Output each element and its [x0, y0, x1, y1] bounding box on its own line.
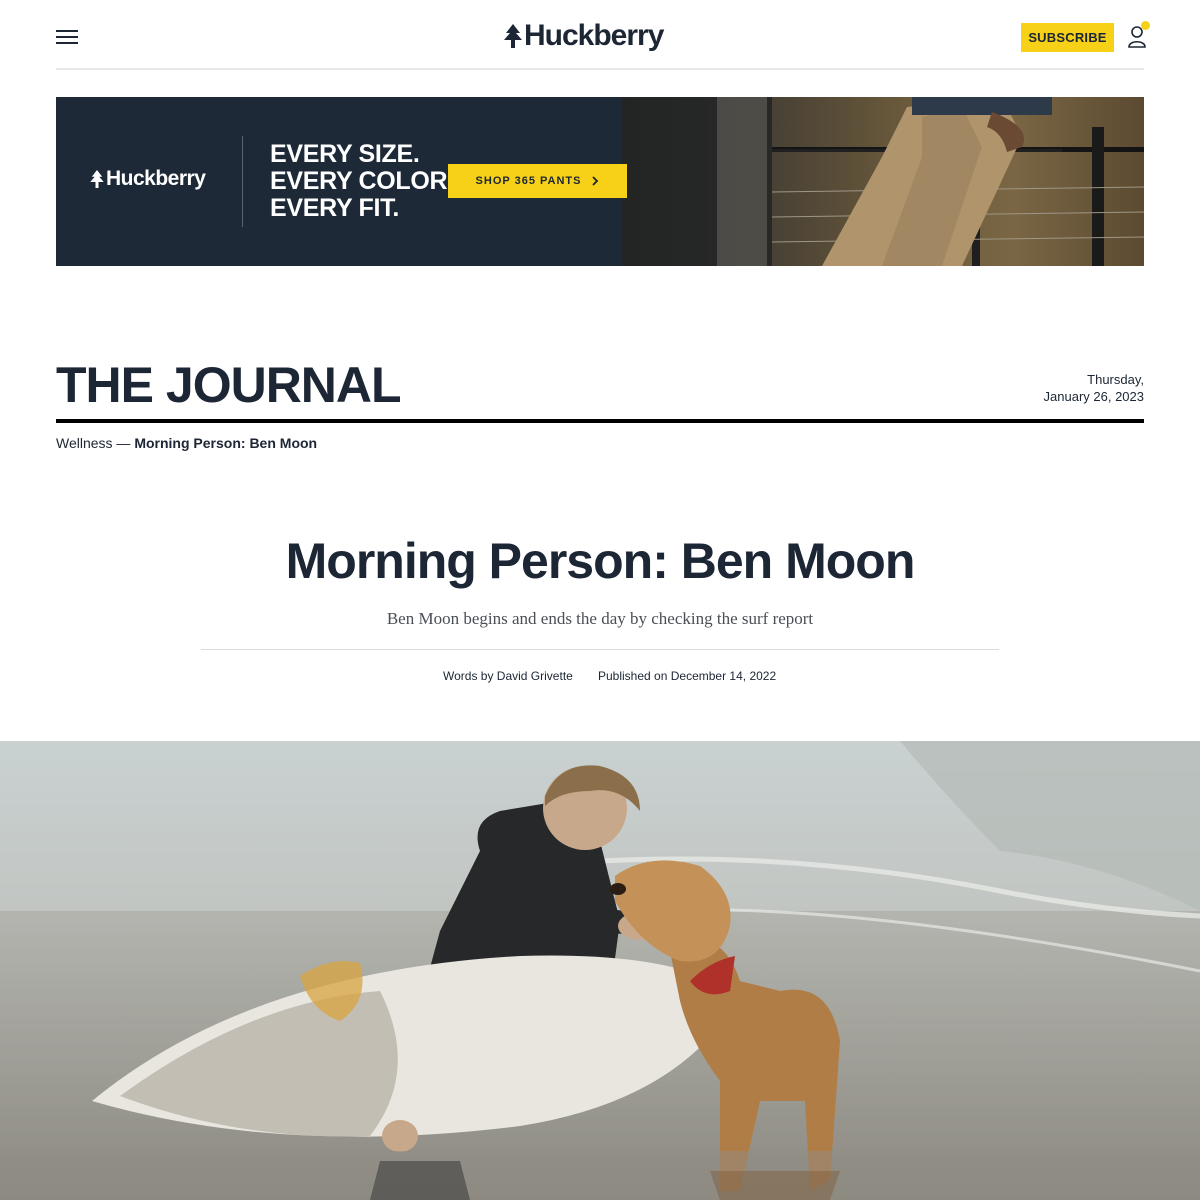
article-subtitle: Ben Moon begins and ends the day by chec… [386, 609, 814, 628]
subscribe-button[interactable]: SUBSCRIBE [1021, 23, 1114, 52]
tagline-line: EVERY COLOR. [270, 167, 454, 195]
author-link[interactable]: David Grivette [497, 669, 573, 683]
published-date: Published on December 14, 2022 [598, 669, 776, 683]
notification-dot [1141, 21, 1150, 30]
published-prefix: Published on [598, 669, 671, 683]
shop-pants-button[interactable]: SHOP 365 PANTS [448, 164, 627, 198]
byline: Words by David Grivette [443, 669, 573, 683]
date-full: January 26, 2023 [1043, 389, 1144, 404]
shop-pants-label: SHOP 365 PANTS [475, 175, 582, 187]
hero-photo [0, 741, 1200, 1200]
breadcrumb-category-link[interactable]: Wellness [56, 435, 113, 451]
chevron-right-icon [592, 176, 599, 186]
breadcrumb: Wellness — Morning Person: Ben Moon [56, 435, 317, 451]
tree-logo-icon [90, 170, 104, 188]
site-logo-text: Huckberry [524, 19, 664, 52]
promo-banner[interactable]: Huckberry EVERY SIZE. EVERY COLOR. EVERY… [56, 97, 1144, 266]
site-logo[interactable]: Huckberry [504, 18, 664, 54]
tagline-line: EVERY FIT. [270, 194, 399, 222]
breadcrumb-current: Morning Person: Ben Moon [134, 435, 318, 451]
published-value: December 14, 2022 [670, 669, 777, 683]
hamburger-menu-icon[interactable] [56, 27, 78, 45]
banner-logo-text: Huckberry [106, 167, 206, 190]
tree-logo-icon [504, 24, 522, 48]
user-account-icon[interactable] [1126, 21, 1150, 50]
banner-logo: Huckberry [90, 167, 206, 191]
date-weekday: Thursday, [1087, 372, 1144, 387]
article-title: Morning Person: Ben Moon [285, 533, 916, 589]
journal-divider [56, 419, 1144, 423]
breadcrumb-separator: — [112, 435, 135, 451]
journal-date: Thursday, January 26, 2023 [1044, 371, 1144, 405]
journal-title[interactable]: THE JOURNAL [56, 356, 402, 414]
tagline-line: EVERY SIZE. [270, 140, 420, 168]
banner-photo [622, 97, 1144, 266]
banner-divider [242, 136, 243, 227]
site-header: Huckberry SUBSCRIBE [56, 0, 1150, 70]
article-divider [201, 649, 999, 650]
banner-tagline: EVERY SIZE. EVERY COLOR. EVERY FIT. [270, 141, 454, 222]
byline-prefix: Words by [443, 669, 497, 683]
